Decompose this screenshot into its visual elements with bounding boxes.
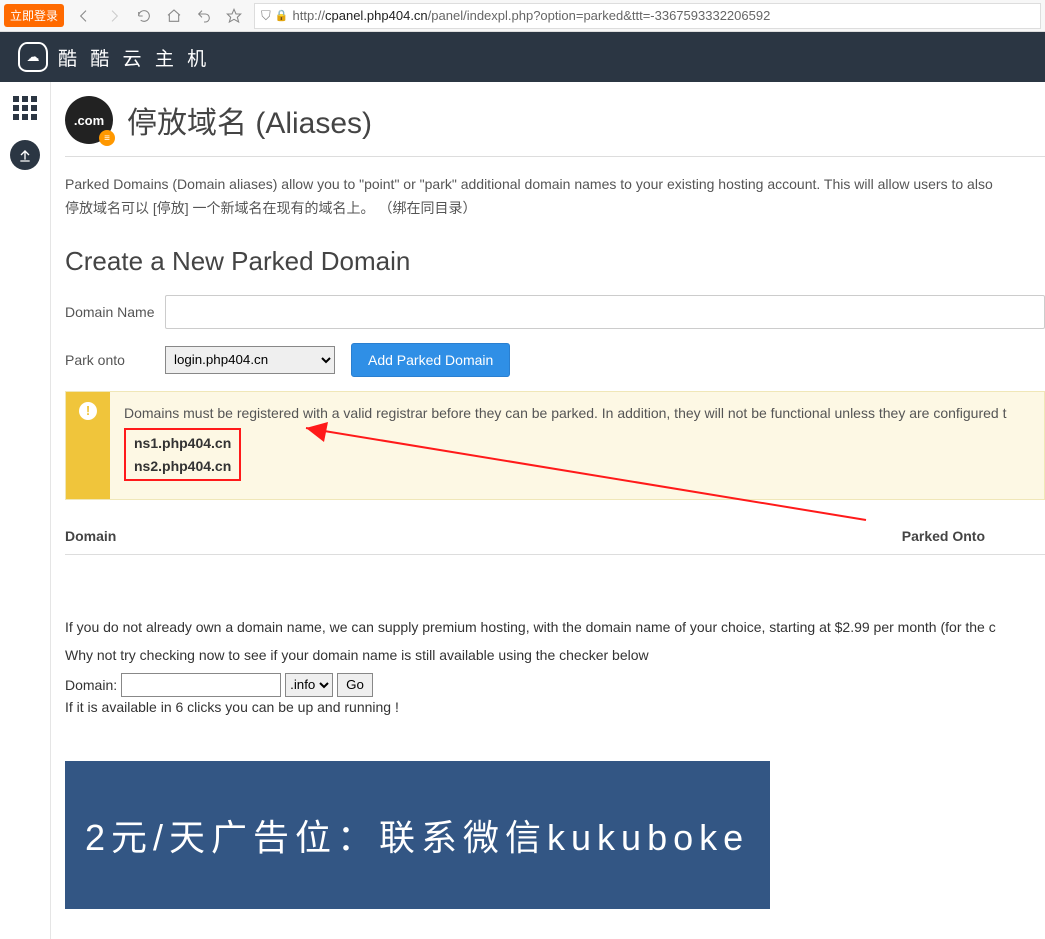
warning-icon: ! bbox=[66, 392, 110, 499]
supply-hosting-text: If you do not already own a domain name,… bbox=[65, 619, 1045, 635]
checker-domain-input[interactable] bbox=[121, 673, 281, 697]
section-create-heading: Create a New Parked Domain bbox=[65, 246, 1045, 277]
url-host: cpanel.php404.cn bbox=[325, 8, 428, 23]
checker-label: Domain: bbox=[65, 677, 117, 693]
col-domain: Domain bbox=[65, 528, 365, 544]
undo-button[interactable] bbox=[190, 2, 218, 30]
login-badge[interactable]: 立即登录 bbox=[4, 4, 64, 27]
page-title: 停放域名 (Aliases) bbox=[127, 98, 372, 142]
url-bar[interactable]: ⛉ 🔒 http://cpanel.php404.cn/panel/indexp… bbox=[254, 3, 1041, 29]
table-header: Domain Parked Onto bbox=[65, 528, 1045, 555]
ad-banner[interactable]: 2元/天广告位：联系微信kukuboke bbox=[65, 761, 770, 909]
brand-logo-text: 酷 酷 云 主 机 bbox=[58, 44, 210, 71]
reload-button[interactable] bbox=[130, 2, 158, 30]
main-content: .com ≡ 停放域名 (Aliases) Parked Domains (Do… bbox=[50, 82, 1045, 939]
left-rail bbox=[0, 82, 50, 170]
upload-icon[interactable] bbox=[10, 140, 40, 170]
domain-name-label: Domain Name bbox=[65, 304, 165, 320]
domain-name-row: Domain Name bbox=[65, 295, 1045, 329]
dotcom-badge-icon: ≡ bbox=[99, 130, 115, 146]
cpanel-header: ☁ 酷 酷 云 主 机 bbox=[0, 32, 1045, 82]
browser-toolbar: 立即登录 ⛉ 🔒 http://cpanel.php404.cn/panel/i… bbox=[0, 0, 1045, 32]
park-onto-row: Park onto login.php404.cn Add Parked Dom… bbox=[65, 343, 1045, 377]
back-button[interactable] bbox=[70, 2, 98, 30]
url-path: /panel/indexpl.php?option=parked&ttt=-33… bbox=[428, 8, 771, 23]
brand-logo[interactable]: ☁ 酷 酷 云 主 机 bbox=[18, 42, 210, 72]
col-parked-onto: Parked Onto bbox=[902, 528, 1045, 544]
warning-text: Domains must be registered with a valid … bbox=[124, 405, 1007, 421]
brand-logo-icon: ☁ bbox=[18, 42, 48, 72]
insecure-lock-icon: 🔒 bbox=[275, 9, 289, 22]
shield-icon: ⛉ bbox=[261, 8, 271, 24]
nameserver-2: ns2.php404.cn bbox=[134, 455, 231, 477]
checker-tld-select[interactable]: .info bbox=[285, 673, 333, 697]
bookmark-star-icon[interactable] bbox=[220, 2, 248, 30]
checker-prompt-text: Why not try checking now to see if your … bbox=[65, 647, 1045, 663]
warning-box: ! Domains must be registered with a vali… bbox=[65, 391, 1045, 500]
home-button[interactable] bbox=[160, 2, 188, 30]
description-cn: 停放域名可以 [停放] 一个新域名在现有的域名上。 （绑在同目录） bbox=[65, 197, 1045, 219]
apps-grid-icon[interactable] bbox=[13, 96, 37, 120]
checker-go-button[interactable]: Go bbox=[337, 673, 373, 697]
add-parked-domain-button[interactable]: Add Parked Domain bbox=[351, 343, 510, 377]
forward-button[interactable] bbox=[100, 2, 128, 30]
nameserver-1: ns1.php404.cn bbox=[134, 432, 231, 454]
url-scheme: http:// bbox=[292, 8, 325, 23]
domain-checker-row: Domain: .info Go bbox=[65, 673, 1045, 697]
park-onto-select[interactable]: login.php404.cn bbox=[165, 346, 335, 374]
dotcom-icon: .com ≡ bbox=[65, 96, 113, 144]
description-en: Parked Domains (Domain aliases) allow yo… bbox=[65, 173, 1045, 195]
nameservers-box: ns1.php404.cn ns2.php404.cn bbox=[124, 428, 241, 481]
park-onto-label: Park onto bbox=[65, 352, 165, 368]
domain-name-input[interactable] bbox=[165, 295, 1045, 329]
page-title-row: .com ≡ 停放域名 (Aliases) bbox=[65, 96, 1045, 157]
availability-text: If it is available in 6 clicks you can b… bbox=[65, 699, 1045, 715]
